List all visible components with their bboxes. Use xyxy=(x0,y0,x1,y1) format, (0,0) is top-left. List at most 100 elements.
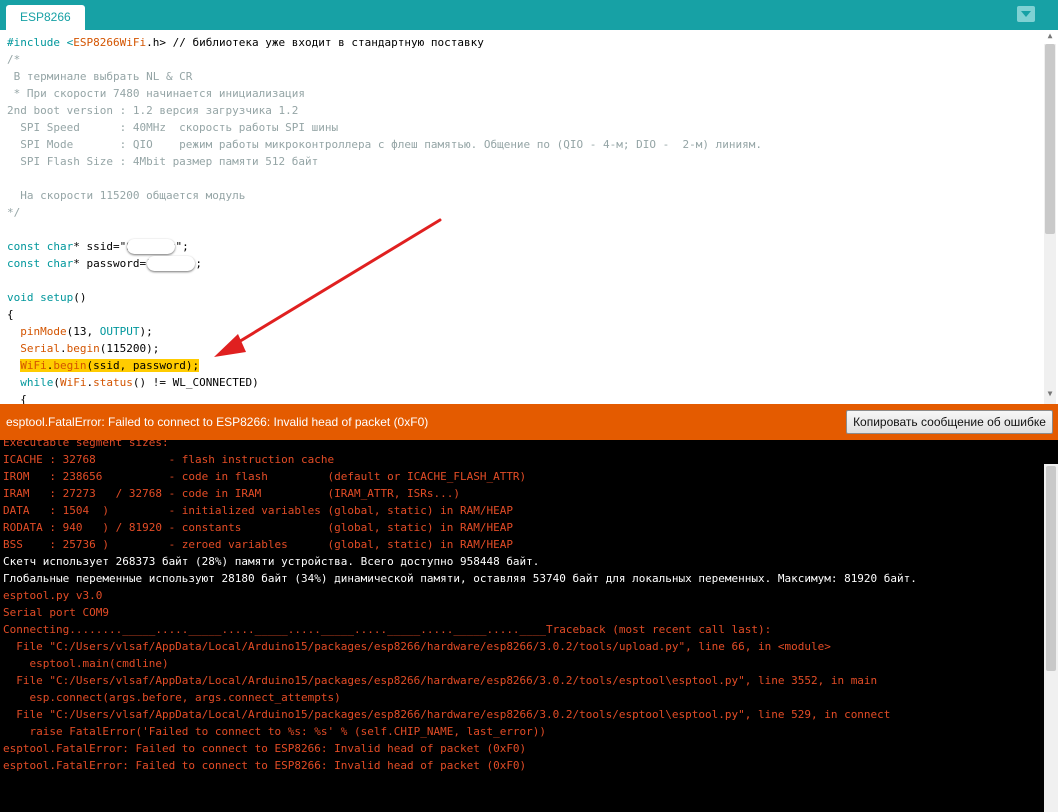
console-line: esptool.FatalError: Failed to connect to… xyxy=(3,759,527,772)
redaction-blob xyxy=(146,255,195,271)
console-line: esptool.FatalError: Failed to connect to… xyxy=(3,742,527,755)
code-line: 2nd boot version : 1.2 версия загрузчика… xyxy=(7,102,762,119)
code-line: void setup() xyxy=(7,289,762,306)
code-token: ( xyxy=(53,376,60,389)
console-line: Скетч использует 268373 байт (28%) памят… xyxy=(3,555,540,568)
code-token: */ xyxy=(7,206,21,219)
console-line: Serial port COM9 xyxy=(3,606,109,619)
console-line: IROM : 238656 - code in flash (default o… xyxy=(3,470,527,483)
code-line: const char* ssid="S v"; xyxy=(7,238,762,255)
console-line: esptool.main(cmdline) xyxy=(3,657,169,670)
dropdown-triangle-icon[interactable] xyxy=(1017,6,1035,22)
code-token: begin xyxy=(66,342,100,355)
console-line: esptool.py v3.0 xyxy=(3,589,103,602)
code-token: WiFi xyxy=(20,359,47,372)
tab-esp8266[interactable]: ESP8266 xyxy=(6,5,85,30)
code-token: { xyxy=(7,308,14,321)
copy-error-button[interactable]: Копировать сообщение об ошибке xyxy=(846,410,1053,434)
redaction-blob xyxy=(126,238,175,254)
code-token: const xyxy=(7,240,41,253)
code-line: */ xyxy=(7,204,762,221)
error-status-bar: esptool.FatalError: Failed to connect to… xyxy=(0,404,1058,440)
tab-label: ESP8266 xyxy=(20,10,71,24)
code-line: { xyxy=(7,306,762,323)
code-token: { xyxy=(7,393,27,404)
code-line: pinMode(13, OUTPUT); xyxy=(7,323,762,340)
error-message: esptool.FatalError: Failed to connect to… xyxy=(6,415,429,429)
code-line: Serial.begin(115200); xyxy=(7,340,762,357)
console-line: File "C:/Users/vlsaf/AppData/Local/Ardui… xyxy=(3,708,891,721)
code-token: void xyxy=(7,291,34,304)
code-line: SPI Flash Size : 4Mbit размер памяти 512… xyxy=(7,153,762,170)
code-token: char xyxy=(46,240,74,253)
code-token: .h> // библиотека уже входит в стандартн… xyxy=(146,36,484,49)
code-line: На скорости 115200 общается модуль xyxy=(7,187,762,204)
code-line: #include <ESP8266WiFi.h> // библиотека у… xyxy=(7,34,762,51)
code-token: while xyxy=(20,376,54,389)
console-line: File "C:/Users/vlsaf/AppData/Local/Ardui… xyxy=(3,640,831,653)
code-line: WiFi.begin(ssid, password); xyxy=(7,357,762,374)
code-token: * При скорости 7480 начинается инициализ… xyxy=(7,87,306,100)
console-line: BSS : 25736 ) - zeroed variables (global… xyxy=(3,538,513,551)
code-token: В терминале выбрать NL & CR xyxy=(7,70,193,83)
console-line: RODATA : 940 ) / 81920 - constants (glob… xyxy=(3,521,513,534)
code-token: setup xyxy=(40,291,74,304)
code-token: 2nd boot version : 1.2 версия загрузчика… xyxy=(7,104,299,117)
code-line: while(WiFi.status() != WL_CONNECTED) xyxy=(7,374,762,391)
code-token: char xyxy=(46,257,74,270)
code-line: /* xyxy=(7,51,762,68)
console-line: DATA : 1504 ) - initialized variables (g… xyxy=(3,504,513,517)
code-token: OUTPUT xyxy=(99,325,140,338)
code-line: const char* password=" "; xyxy=(7,255,762,272)
editor-scrollbar-thumb[interactable] xyxy=(1045,44,1055,234)
code-token: () xyxy=(73,291,87,304)
code-token: /* xyxy=(7,53,21,66)
code-line: В терминале выбрать NL & CR xyxy=(7,68,762,85)
console-line: Executable segment sizes: xyxy=(3,440,169,449)
console-line: _ xyxy=(3,808,917,812)
code-line: SPI Speed : 40MHz скорость работы SPI ши… xyxy=(7,119,762,136)
code-token: (ssid, password); xyxy=(86,359,200,372)
code-token: * password=" xyxy=(73,257,153,270)
tab-bar: ESP8266 xyxy=(0,0,1058,30)
console-output[interactable]: Executable segment sizes: ICACHE : 32768 … xyxy=(0,440,1058,812)
code-token: На скорости 115200 общается модуль xyxy=(7,189,246,202)
code-token: status xyxy=(93,376,133,389)
console-line: ICACHE : 32768 - flash instruction cache xyxy=(3,453,335,466)
code-line: * При скорости 7480 начинается инициализ… xyxy=(7,85,762,102)
code-token: const xyxy=(7,257,41,270)
code-token: SPI Mode : QIO режим работы микроконтрол… xyxy=(7,138,762,151)
code-token: Serial xyxy=(20,342,60,355)
code-token: SPI Flash Size : 4Mbit размер памяти 512… xyxy=(7,155,319,168)
scroll-up-icon[interactable]: ▲ xyxy=(1045,30,1055,42)
code-token: (115200); xyxy=(99,342,160,355)
code-token: ); xyxy=(139,325,153,338)
console-scrollbar-thumb[interactable] xyxy=(1046,466,1056,671)
code-token: ESP8266WiFi xyxy=(73,36,147,49)
code-text: #include <ESP8266WiFi.h> // библиотека у… xyxy=(7,34,762,404)
code-token: . xyxy=(60,342,67,355)
code-editor[interactable]: #include <ESP8266WiFi.h> // библиотека у… xyxy=(0,30,1058,404)
code-token: #include < xyxy=(7,36,74,49)
code-token: * ssid="S xyxy=(73,240,133,253)
console-line: raise FatalError('Failed to connect to %… xyxy=(3,725,547,738)
code-token: WiFi xyxy=(60,376,87,389)
code-token: (13, xyxy=(66,325,100,338)
console-line: IRAM : 27273 / 32768 - code in IRAM (IRA… xyxy=(3,487,460,500)
console-text: Executable segment sizes: ICACHE : 32768 … xyxy=(3,440,917,812)
scroll-down-icon[interactable]: ▼ xyxy=(1045,388,1055,400)
console-line: File "C:/Users/vlsaf/AppData/Local/Ardui… xyxy=(3,674,878,687)
code-line: { xyxy=(7,391,762,404)
code-line: SPI Mode : QIO режим работы микроконтрол… xyxy=(7,136,762,153)
code-token: pinMode xyxy=(20,325,67,338)
